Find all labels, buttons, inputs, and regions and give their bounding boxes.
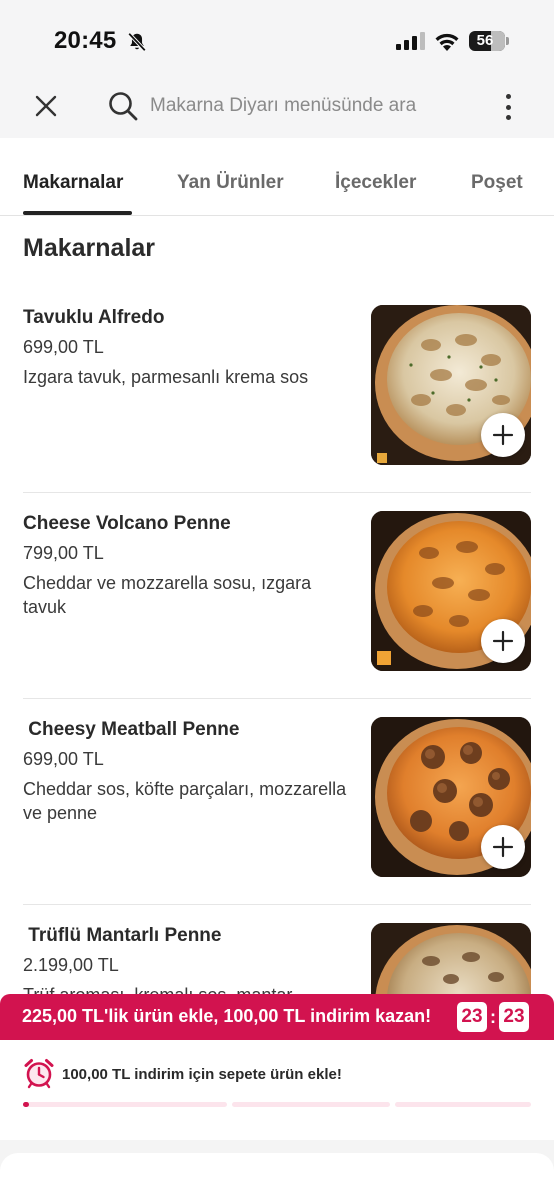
promo-message: 100,00 TL indirim için sepete ürün ekle! <box>62 1066 342 1083</box>
product-name: Trüflü Mantarlı Penne <box>23 925 222 946</box>
more-dot-icon <box>505 94 511 99</box>
product-description: Cheddar sos, köfte parçaları, mozzarella… <box>23 779 347 823</box>
bottom-card <box>0 1153 554 1200</box>
product-name: Tavuklu Alfredo <box>23 307 165 328</box>
add-to-cart-button[interactable] <box>481 413 525 457</box>
plus-icon <box>492 836 514 858</box>
product-price: 799,00 TL <box>23 543 104 563</box>
tab-yan-urunler[interactable]: Yan Ürünler <box>177 172 284 194</box>
promo-progress-panel: 100,00 TL indirim için sepete ürün ekle! <box>0 1040 554 1140</box>
product-description: Izgara tavuk, parmesanlı krema sos <box>23 367 309 387</box>
product-name: Cheese Volcano Penne <box>23 513 231 534</box>
timer-separator: : <box>490 1006 496 1027</box>
product-item[interactable]: Tavuklu Alfredo 699,00 TL Izgara tavuk, … <box>0 287 554 493</box>
add-to-cart-button[interactable] <box>481 825 525 869</box>
product-price: 2.199,00 TL <box>23 955 119 975</box>
search-input[interactable] <box>150 88 480 124</box>
product-item[interactable]: Cheesy Meatball Penne 699,00 TL Cheddar … <box>0 699 554 905</box>
alarm-clock-icon <box>24 1059 54 1089</box>
category-tabs: Makarnalar Yan Ürünler İçecekler Poşet <box>0 138 554 216</box>
progress-segment <box>232 1102 390 1107</box>
plus-icon <box>492 424 514 446</box>
wifi-icon <box>435 33 459 51</box>
progress-segment <box>395 1102 531 1107</box>
timer-minutes: 23 <box>457 1002 487 1032</box>
active-tab-indicator <box>23 211 132 215</box>
status-bar: 20:45 56 <box>0 0 554 80</box>
search-row <box>0 80 554 136</box>
close-icon <box>35 95 57 117</box>
tab-makarnalar[interactable]: Makarnalar <box>23 172 123 194</box>
status-time: 20:45 <box>54 27 117 54</box>
bottom-sheet-area <box>0 1140 554 1200</box>
battery-cap <box>506 37 509 45</box>
cellular-signal-icon <box>396 32 425 50</box>
product-name: Cheesy Meatball Penne <box>23 719 240 740</box>
section-title: Makarnalar <box>23 234 156 262</box>
progress-fill <box>23 1102 29 1107</box>
plus-icon <box>492 630 514 652</box>
progress-segment <box>23 1102 227 1107</box>
tab-poset[interactable]: Poşet <box>471 172 523 194</box>
product-price: 699,00 TL <box>23 749 104 769</box>
battery-indicator: 56 <box>469 31 509 51</box>
countdown-timer: 23 : 23 <box>457 1002 529 1032</box>
product-item[interactable]: Cheese Volcano Penne 799,00 TL Cheddar v… <box>0 493 554 699</box>
tab-icecekler[interactable]: İçecekler <box>335 172 416 194</box>
search-icon <box>109 92 138 121</box>
more-dot-icon <box>505 104 511 110</box>
battery-percent: 56 <box>476 32 494 49</box>
product-price: 699,00 TL <box>23 337 104 357</box>
product-description: Cheddar ve mozzarella sosu, ızgara tavuk <box>23 573 312 617</box>
promo-banner-text: 225,00 TL'lik ürün ekle, 100,00 TL indir… <box>22 1006 432 1026</box>
close-button[interactable] <box>30 90 62 122</box>
more-dot-icon <box>505 115 511 120</box>
bell-off-icon <box>127 32 147 52</box>
discount-promo-banner[interactable]: 225,00 TL'lik ürün ekle, 100,00 TL indir… <box>0 994 554 1040</box>
more-options-button[interactable] <box>496 90 520 124</box>
timer-seconds: 23 <box>499 1002 529 1032</box>
add-to-cart-button[interactable] <box>481 619 525 663</box>
